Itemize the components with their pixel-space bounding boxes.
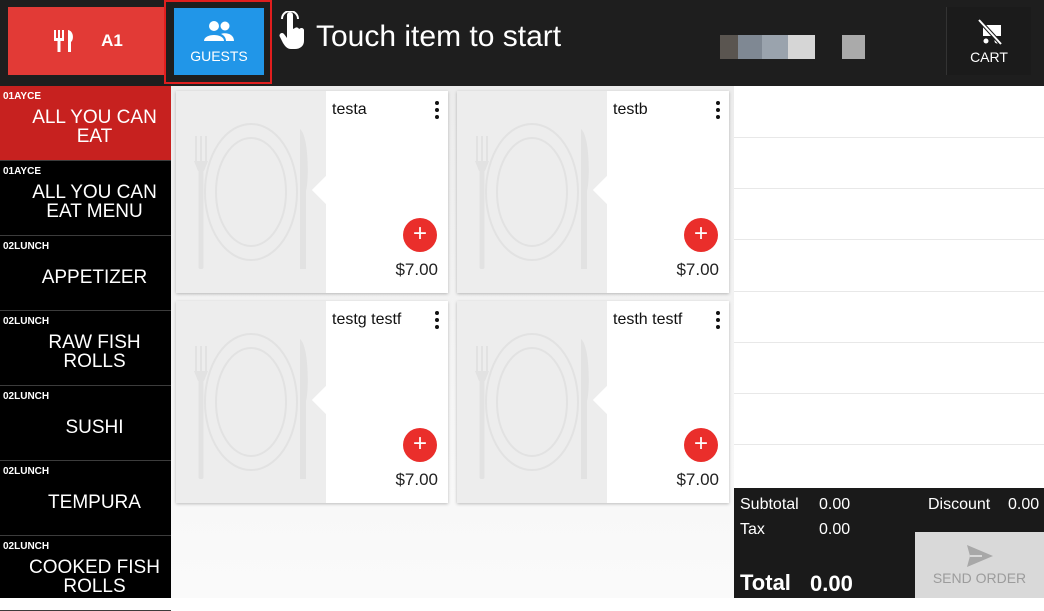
total-label: Total xyxy=(740,570,791,595)
subtotal-label: Subtotal xyxy=(740,496,799,513)
menu-item-card[interactable]: testg testf + $7.00 xyxy=(176,301,448,503)
order-list xyxy=(734,86,1044,488)
discount-label: Discount xyxy=(928,496,991,513)
tax-value: 0.00 xyxy=(819,521,851,538)
category-name: ALL YOU CAN EAT xyxy=(32,107,157,147)
item-name: testa xyxy=(332,101,367,118)
guests-button[interactable]: GUESTS xyxy=(174,8,264,75)
category-code: 01AYCE xyxy=(3,91,41,102)
category-name: RAW FISH ROLLS xyxy=(48,332,141,372)
cart-label: CART xyxy=(970,49,1008,65)
more-options-icon[interactable] xyxy=(432,309,442,333)
menu-item-card[interactable]: testh testf + $7.00 xyxy=(457,301,729,503)
item-name: testg testf xyxy=(332,311,402,328)
add-item-button[interactable]: + xyxy=(684,218,718,252)
menu-item-card[interactable]: testa + $7.00 xyxy=(176,91,448,293)
menu-item-card[interactable]: testb + $7.00 xyxy=(457,91,729,293)
category-code: 02LUNCH xyxy=(3,541,50,552)
cart-button[interactable]: CART xyxy=(946,7,1031,75)
send-icon xyxy=(966,545,993,567)
more-options-icon[interactable] xyxy=(713,99,723,123)
category-name: APPETIZER xyxy=(41,266,148,288)
item-image-placeholder xyxy=(457,301,607,503)
add-item-button[interactable]: + xyxy=(403,218,437,252)
add-item-button[interactable]: + xyxy=(403,428,437,462)
guests-label: GUESTS xyxy=(190,47,248,64)
plate-cutlery-icon xyxy=(475,123,589,269)
guests-highlight: GUESTS xyxy=(164,0,272,84)
category-name: TEMPURA xyxy=(48,491,141,513)
category-name: SUSHI xyxy=(65,416,124,438)
category-code: 02LUNCH xyxy=(3,391,50,402)
touch-prompt: Touch item to start xyxy=(316,20,562,53)
item-name: testb xyxy=(613,101,648,118)
category-code: 02LUNCH xyxy=(3,466,50,477)
plate-cutlery-icon xyxy=(194,333,308,479)
plate-cutlery-icon xyxy=(194,123,308,269)
people-icon xyxy=(204,20,234,41)
discount-value: 0.00 xyxy=(1008,496,1040,513)
category-name: COOKED FISH ROLLS xyxy=(29,557,160,597)
more-options-icon[interactable] xyxy=(432,99,442,123)
category-item[interactable]: 02LUNCH RAW FISH ROLLS xyxy=(0,311,171,386)
item-image-placeholder xyxy=(176,301,326,503)
item-price: $7.00 xyxy=(676,260,719,279)
top-bar: A1 GUESTS Touch item to start CART xyxy=(0,0,1044,86)
subtotal-value: 0.00 xyxy=(819,496,851,513)
table-button[interactable]: A1 xyxy=(8,7,164,75)
item-price: $7.00 xyxy=(395,260,438,279)
item-image-placeholder xyxy=(176,91,326,293)
item-grid: testa + $7.00 testb + $7.00 testg testf … xyxy=(171,86,734,598)
category-code: 02LUNCH xyxy=(3,241,50,252)
more-options-icon[interactable] xyxy=(713,309,723,333)
item-image-placeholder xyxy=(457,91,607,293)
tax-label: Tax xyxy=(740,521,765,538)
category-item[interactable]: 02LUNCH APPETIZER xyxy=(0,236,171,311)
table-label: A1 xyxy=(101,31,123,50)
category-item[interactable]: 02LUNCH TEMPURA xyxy=(0,461,171,536)
touch-hand-icon xyxy=(279,11,304,49)
send-order-label: SEND ORDER xyxy=(932,570,1027,586)
plate-cutlery-icon xyxy=(475,333,589,479)
item-price: $7.00 xyxy=(395,470,438,489)
category-item[interactable]: 02LUNCH COOKED FISH ROLLS xyxy=(0,536,171,611)
cart-icon xyxy=(977,18,1003,46)
category-item[interactable]: 01AYCE ALL YOU CAN EAT MENU xyxy=(0,161,171,236)
category-item[interactable]: 02LUNCH SUSHI xyxy=(0,386,171,461)
send-order-button[interactable]: SEND ORDER xyxy=(915,532,1044,598)
add-item-button[interactable]: + xyxy=(684,428,718,462)
category-code: 01AYCE xyxy=(3,166,41,177)
fork-knife-icon xyxy=(54,30,74,52)
category-item[interactable]: 01AYCE ALL YOU CAN EAT xyxy=(0,86,171,161)
category-sidebar: 01AYCE ALL YOU CAN EAT 01AYCE ALL YOU CA… xyxy=(0,86,171,611)
totals-panel: Subtotal 0.00 Discount 0.00 Tax 0.00 Tot… xyxy=(734,488,1044,598)
item-name: testh testf xyxy=(613,311,683,328)
category-code: 02LUNCH xyxy=(3,316,50,327)
total-value: 0.00 xyxy=(810,571,853,596)
category-name: ALL YOU CAN EAT MENU xyxy=(32,182,157,222)
item-price: $7.00 xyxy=(676,470,719,489)
